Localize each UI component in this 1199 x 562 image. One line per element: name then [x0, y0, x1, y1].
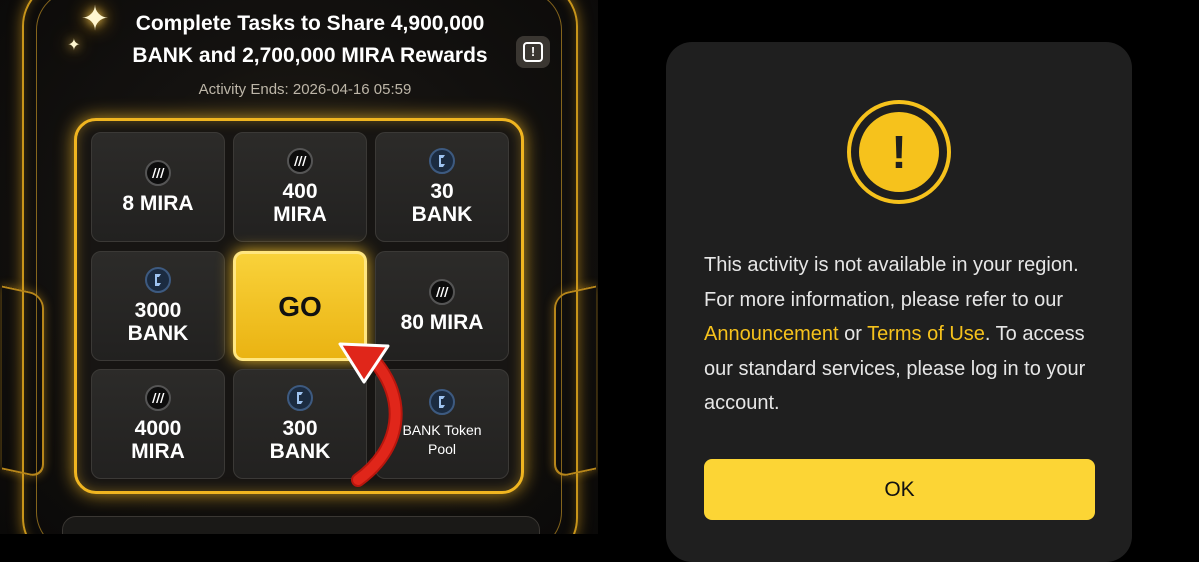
campaign-title-line1: Complete Tasks to Share 4,900,000	[135, 12, 485, 35]
ok-button[interactable]: OK	[704, 459, 1095, 520]
info-button[interactable]: !	[516, 36, 550, 68]
bank-token-icon	[145, 267, 171, 293]
right-frame-tab	[554, 285, 596, 479]
terms-of-use-link[interactable]: Terms of Use	[867, 323, 985, 345]
warning-icon: !	[847, 100, 951, 204]
activity-end-date: Activity Ends: 2026-04-16 05:59	[198, 81, 412, 98]
info-box-icon: !	[523, 42, 543, 62]
announcement-link[interactable]: Announcement	[704, 323, 839, 345]
reward-cell-8-mira: 8 MIRA	[91, 132, 225, 242]
region-dialog-backdrop: ! This activity is not available in your…	[600, 0, 1199, 562]
reward-cell-30-bank: 30 BANK	[375, 132, 509, 242]
reward-cell-400-mira: 400 MIRA	[233, 132, 367, 242]
mira-token-icon	[287, 148, 313, 174]
mira-token-icon	[145, 385, 171, 411]
bank-token-icon	[429, 148, 455, 174]
next-section-card	[62, 516, 540, 534]
region-unavailable-dialog: ! This activity is not available in your…	[666, 42, 1132, 562]
mira-token-icon	[145, 159, 171, 186]
bank-token-icon	[287, 385, 313, 411]
reward-grid: 8 MIRA 400 MIRA 30 BANK 3000 BANK GO 80 …	[74, 118, 524, 494]
red-arrow-icon	[338, 342, 403, 487]
task-grid-panel: ✦ ✦ Complete Tasks to Share 4,900,000 BA…	[0, 0, 598, 534]
dialog-message: This activity is not available in your r…	[704, 254, 1086, 414]
campaign-title-line2: BANK and 2,700,000 MIRA Rewards	[132, 44, 488, 67]
campaign-title: Complete Tasks to Share 4,900,000 BANK a…	[90, 8, 530, 72]
sparkle-small-icon: ✦	[67, 37, 81, 54]
left-frame-tab	[2, 285, 44, 479]
mira-token-icon	[429, 278, 455, 305]
reward-cell-3000-bank: 3000 BANK	[91, 251, 225, 361]
reward-cell-4000-mira: 4000 MIRA	[91, 369, 225, 479]
